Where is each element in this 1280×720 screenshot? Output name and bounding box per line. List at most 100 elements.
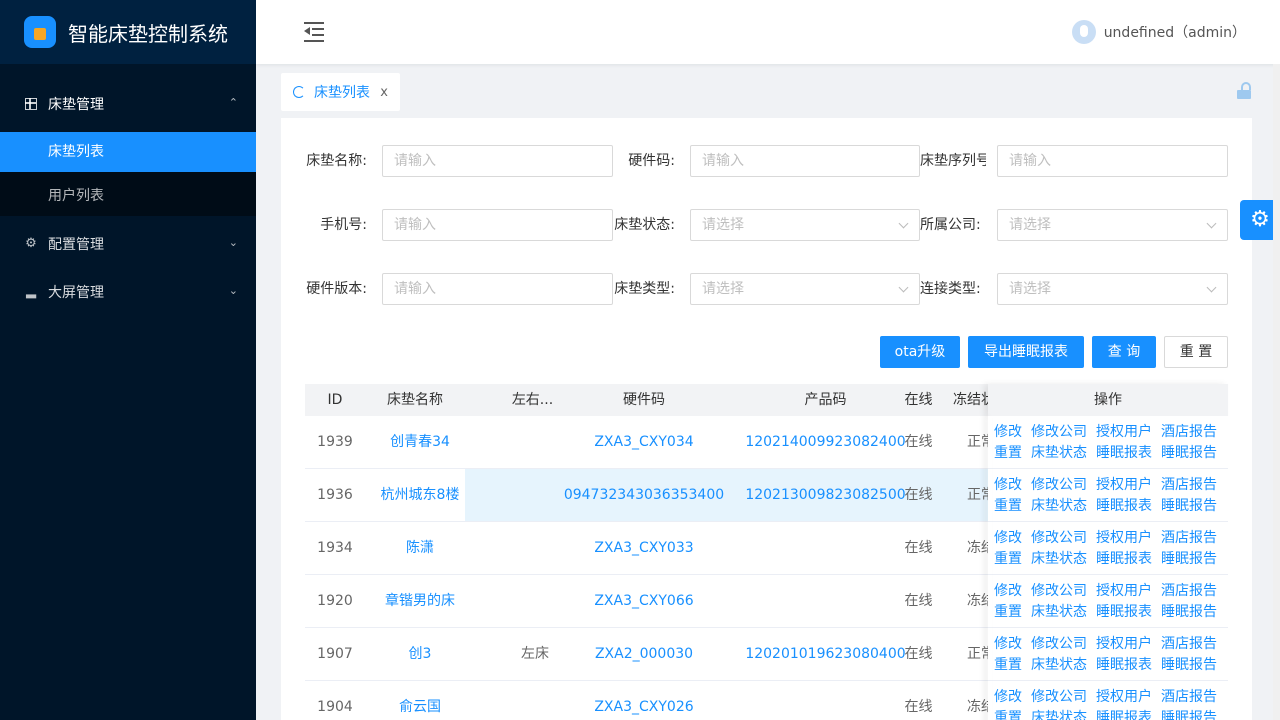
action-link[interactable]: 睡眠报表 (1096, 549, 1152, 570)
sidebar-item-user-list[interactable]: 用户列表 (0, 176, 256, 216)
action-link[interactable]: 睡眠报表 (1096, 602, 1152, 623)
table-row[interactable]: 1936 杭州城东8楼 094732343036353400 120213009823… (305, 469, 1228, 522)
action-link[interactable]: 睡眠报表 (1096, 708, 1152, 720)
cell-product[interactable] (738, 575, 913, 627)
action-link[interactable]: 授权用户 (1096, 475, 1152, 496)
column-header-frozen[interactable]: 冻结状 (953, 384, 993, 416)
cell-product[interactable] (738, 681, 913, 720)
action-link[interactable]: 授权用户 (1096, 528, 1152, 549)
action-link[interactable]: 床垫状态 (1031, 549, 1087, 570)
refresh-icon[interactable] (293, 86, 305, 98)
action-link[interactable]: 床垫状态 (1031, 708, 1087, 720)
action-link[interactable]: 床垫状态 (1031, 655, 1087, 676)
column-header-product[interactable]: 产品码 (738, 384, 913, 416)
column-header-online[interactable]: 在线 (896, 384, 941, 416)
cell-name[interactable]: 创青春34 (365, 416, 475, 468)
cell-product[interactable] (738, 522, 913, 574)
action-link[interactable]: 修改公司 (1031, 475, 1087, 496)
cell-hw[interactable]: ZXA2_000030 (520, 628, 768, 680)
action-link[interactable]: 睡眠报表 (1096, 496, 1152, 517)
cell-product[interactable]: 120201019623080400 (738, 628, 913, 680)
action-link[interactable]: 授权用户 (1096, 687, 1152, 708)
table-row[interactable]: 1934 陈潇 ZXA3_CXY033 在线 冻结 修改 修改公司 授权用户 酒店报告 重置 床垫状… (305, 522, 1228, 575)
cell-hw[interactable]: ZXA3_CXY033 (520, 522, 768, 574)
sidebar-item-mattress-list[interactable]: 床垫列表 (0, 132, 256, 172)
action-link[interactable]: 睡眠报告 (1161, 655, 1217, 676)
unlock-icon[interactable] (1237, 82, 1251, 99)
cell-name[interactable]: 章锴男的床 (365, 575, 475, 627)
action-link[interactable]: 重置 (994, 549, 1022, 570)
action-link[interactable]: 修改 (994, 528, 1022, 549)
company-select[interactable]: 请选择 (997, 209, 1228, 241)
cell-name[interactable]: 俞云国 (365, 681, 475, 720)
status-select[interactable]: 请选择 (690, 209, 920, 241)
action-link[interactable]: 修改 (994, 581, 1022, 602)
action-link[interactable]: 酒店报告 (1161, 528, 1217, 549)
sidebar-item-config-management[interactable]: ⚙ 配置管理 ⌄ (0, 220, 256, 268)
hardware-code-input[interactable]: 请输入 (690, 145, 920, 177)
type-select[interactable]: 请选择 (690, 273, 920, 305)
action-link[interactable]: 修改公司 (1031, 581, 1087, 602)
column-header-id[interactable]: ID (305, 384, 365, 416)
close-icon[interactable]: x (380, 85, 388, 100)
cell-product[interactable]: 120214009923082400 (738, 416, 913, 468)
query-button[interactable]: 查 询 (1092, 336, 1156, 368)
export-sleep-report-button[interactable]: 导出睡眠报表 (968, 336, 1084, 368)
tab-mattress-list[interactable]: 床垫列表 x (281, 73, 400, 111)
cell-name[interactable]: 杭州城东8楼 (365, 469, 475, 521)
action-link[interactable]: 酒店报告 (1161, 475, 1217, 496)
reset-button[interactable]: 重 置 (1164, 336, 1228, 368)
phone-input[interactable]: 请输入 (382, 209, 613, 241)
action-link[interactable]: 睡眠报告 (1161, 496, 1217, 517)
action-link[interactable]: 重置 (994, 602, 1022, 623)
action-link[interactable]: 睡眠报告 (1161, 602, 1217, 623)
action-link[interactable]: 床垫状态 (1031, 602, 1087, 623)
action-link[interactable]: 睡眠报表 (1096, 655, 1152, 676)
table-row[interactable]: 1907 创3 左床 ZXA2_000030 120201019623080400 在线正… (305, 628, 1228, 681)
action-link[interactable]: 酒店报告 (1161, 687, 1217, 708)
action-link[interactable]: 重置 (994, 708, 1022, 720)
hw-version-input[interactable]: 请输入 (382, 273, 613, 305)
menu-fold-icon[interactable] (304, 22, 324, 42)
action-link[interactable]: 睡眠报告 (1161, 708, 1217, 720)
conn-type-select[interactable]: 请选择 (997, 273, 1228, 305)
action-link[interactable]: 重置 (994, 496, 1022, 517)
action-link[interactable]: 睡眠报告 (1161, 443, 1217, 464)
table-row[interactable]: 1904 俞云国 ZXA3_CXY026 在线 冻结 修改 修改公司 授权用户 酒店报告 重置 床垫… (305, 681, 1228, 720)
action-link[interactable]: 修改公司 (1031, 687, 1087, 708)
action-link[interactable]: 授权用户 (1096, 634, 1152, 655)
action-link[interactable]: 酒店报告 (1161, 422, 1217, 443)
cell-hw[interactable]: ZXA3_CXY034 (520, 416, 768, 468)
scrollbar[interactable] (1273, 64, 1280, 720)
mattress-name-input[interactable]: 请输入 (382, 145, 613, 177)
action-link[interactable]: 睡眠报告 (1161, 549, 1217, 570)
serial-no-input[interactable]: 请输入 (997, 145, 1228, 177)
cell-hw[interactable]: ZXA3_CXY026 (520, 681, 768, 720)
action-link[interactable]: 修改公司 (1031, 634, 1087, 655)
cell-hw[interactable]: ZXA3_CXY066 (520, 575, 768, 627)
column-header-name[interactable]: 床垫名称 (365, 384, 465, 416)
action-link[interactable]: 修改 (994, 634, 1022, 655)
action-link[interactable]: 授权用户 (1096, 581, 1152, 602)
action-link[interactable]: 修改公司 (1031, 528, 1087, 549)
cell-name[interactable]: 创3 (365, 628, 475, 680)
cell-hw[interactable]: 094732343036353400 (520, 469, 768, 521)
action-link[interactable]: 重置 (994, 443, 1022, 464)
user-info[interactable]: undefined（admin） (1071, 20, 1246, 44)
cell-product[interactable]: 120213009823082500 (738, 469, 913, 521)
action-link[interactable]: 酒店报告 (1161, 634, 1217, 655)
table-row[interactable]: 1939 创青春34 ZXA3_CXY034 120214009923082400 在线… (305, 416, 1228, 469)
action-link[interactable]: 修改 (994, 475, 1022, 496)
sidebar-item-mattress-management[interactable]: 床垫管理 ⌃ (0, 80, 256, 128)
action-link[interactable]: 修改 (994, 687, 1022, 708)
column-header-hw[interactable]: 硬件码 (520, 384, 768, 416)
cell-name[interactable]: 陈潇 (365, 522, 475, 574)
table-row[interactable]: 1920 章锴男的床 ZXA3_CXY066 在线 冻结 修改 修改公司 授权用户 酒店报告 重置… (305, 575, 1228, 628)
action-link[interactable]: 授权用户 (1096, 422, 1152, 443)
ota-upgrade-button[interactable]: ota升级 (880, 336, 960, 368)
action-link[interactable]: 床垫状态 (1031, 443, 1087, 464)
action-link[interactable]: 修改公司 (1031, 422, 1087, 443)
action-link[interactable]: 床垫状态 (1031, 496, 1087, 517)
sidebar-item-bigscreen-management[interactable]: ▂ 大屏管理 ⌄ (0, 268, 256, 316)
action-link[interactable]: 修改 (994, 422, 1022, 443)
